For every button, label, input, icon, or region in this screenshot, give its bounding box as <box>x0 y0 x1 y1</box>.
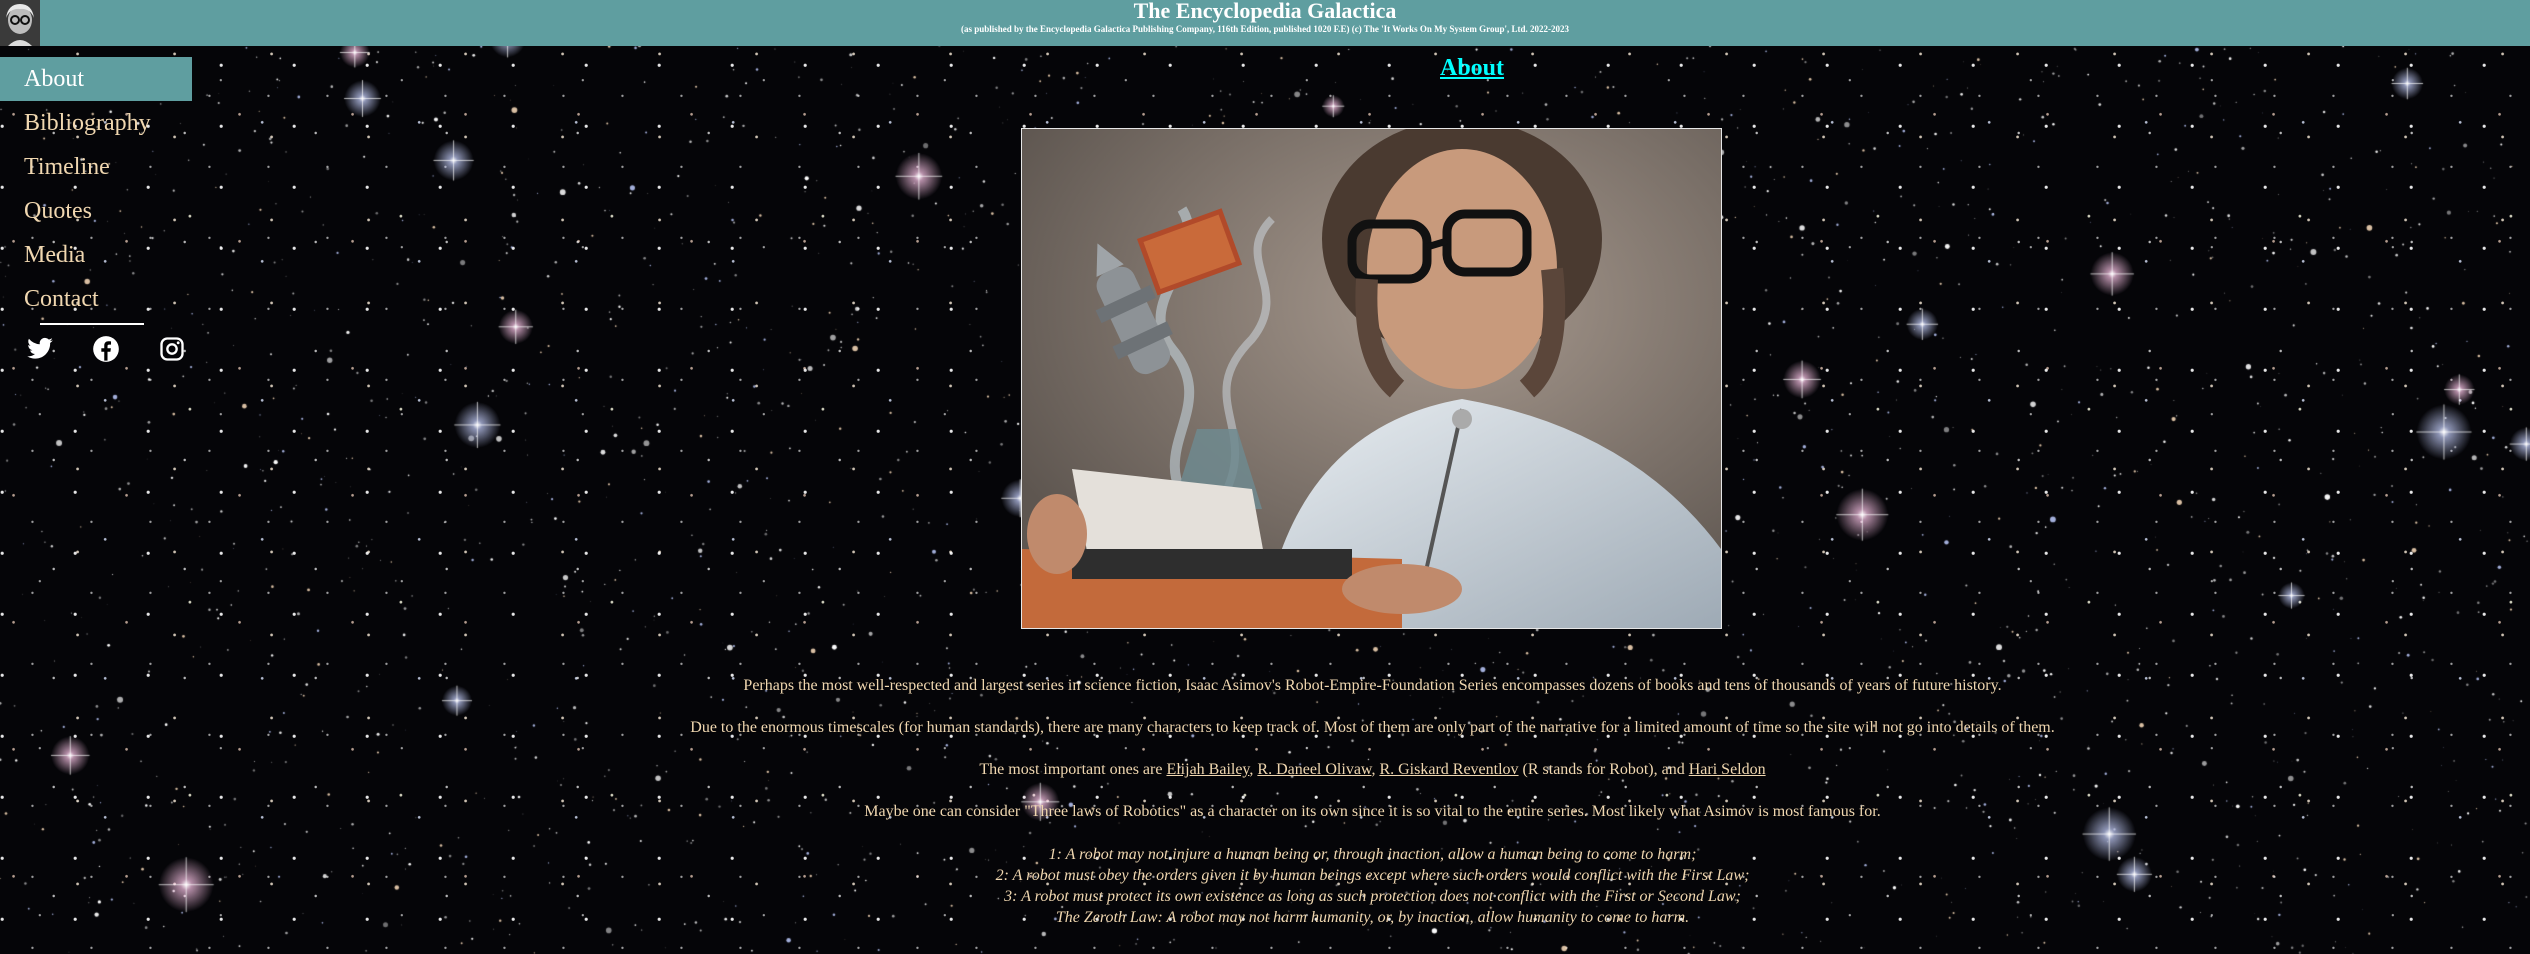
author-logo[interactable] <box>0 0 40 46</box>
law-item: The Zeroth Law: A robot may not harm hum… <box>1055 909 1690 926</box>
nav-item-about[interactable]: About <box>0 57 192 101</box>
nav-item-bibliography[interactable]: Bibliography <box>0 101 192 145</box>
social-links <box>0 335 192 363</box>
site-title: The Encyclopedia Galactica <box>1133 0 1397 23</box>
link-giskard-reventlov[interactable]: R. Giskard Reventlov <box>1379 761 1518 778</box>
sidebar-nav: About Bibliography Timeline Quotes Media… <box>0 57 192 363</box>
timescale-paragraph: Due to the enormous timescales (for huma… <box>690 719 2055 736</box>
link-daneel-olivaw[interactable]: R. Daneel Olivaw <box>1257 761 1371 778</box>
law-item: 1: A robot may not injure a human being … <box>1048 846 1697 863</box>
law-item: 2: A robot must obey the orders given it… <box>995 867 1750 884</box>
about-text: Perhaps the most well-respected and larg… <box>590 676 2155 928</box>
site-header: The Encyclopedia Galactica (as published… <box>0 0 2530 46</box>
nav-divider <box>40 323 144 325</box>
site-subtitle: (as published by the Encyclopedia Galact… <box>960 24 1570 34</box>
facebook-icon[interactable] <box>92 335 120 363</box>
asimov-portrait-image <box>1021 128 1722 629</box>
law-item: 3: A robot must protect its own existenc… <box>1004 888 1741 905</box>
twitter-icon[interactable] <box>26 335 54 363</box>
link-hari-seldon[interactable]: Hari Seldon <box>1689 761 1766 778</box>
nav-item-contact[interactable]: Contact <box>0 277 192 321</box>
link-elijah-bailey[interactable]: Elijah Bailey <box>1166 761 1249 778</box>
page-title: About <box>1440 55 1505 81</box>
instagram-icon[interactable] <box>158 335 186 363</box>
laws-list: 1: A robot may not injure a human being … <box>590 844 2155 928</box>
nav-item-media[interactable]: Media <box>0 233 192 277</box>
intro-paragraph: Perhaps the most well-respected and larg… <box>743 677 2002 694</box>
nav-item-quotes[interactable]: Quotes <box>0 189 192 233</box>
laws-intro-paragraph: Maybe one can consider "Three laws of Ro… <box>864 803 1881 820</box>
characters-paragraph: The most important ones are Elijah Baile… <box>979 761 1766 778</box>
nav-item-timeline[interactable]: Timeline <box>0 145 192 189</box>
